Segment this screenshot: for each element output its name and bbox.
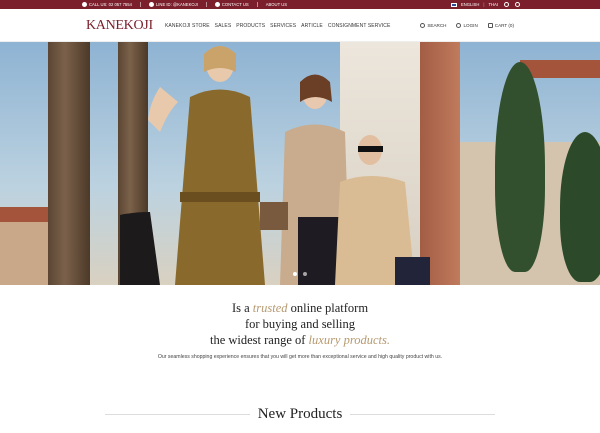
- phone-icon: [82, 2, 87, 7]
- nav-item-store[interactable]: KANEKOJI STORE: [165, 23, 210, 29]
- uk-flag-icon: [450, 2, 457, 7]
- main-nav: KANEKOJI STORE SALES PRODUCTS SERVICES A…: [165, 23, 390, 29]
- divider: [139, 2, 141, 7]
- intro-subtext: Our seamless shopping experience ensures…: [157, 354, 443, 360]
- cart-button[interactable]: CART (0): [487, 23, 514, 28]
- lang-english[interactable]: ENGLISH: [461, 2, 479, 7]
- divider: [256, 2, 258, 7]
- line-link[interactable]: LINE ID: @KANEKOJI: [148, 2, 198, 7]
- section-title: New Products: [257, 406, 343, 422]
- search-button[interactable]: SEARCH: [420, 23, 446, 28]
- nav-item-products[interactable]: PRODUCTS: [236, 23, 265, 29]
- tagline-text: the widest range of: [209, 333, 309, 347]
- intro-tagline: Is a trusted online platform for buying …: [0, 300, 600, 348]
- phone-text: CALL US: 02 057 7554: [89, 2, 132, 7]
- user-icon: [456, 23, 462, 28]
- about-text: ABOUT US: [265, 2, 288, 7]
- contact-text: CONTACT US: [221, 2, 249, 7]
- login-label: LOGIN: [463, 23, 478, 28]
- slider-dots: [293, 272, 307, 276]
- line-text: LINE ID: @KANEKOJI: [155, 2, 198, 7]
- logo[interactable]: KANEKOJI: [86, 18, 153, 34]
- hero-models-image: [120, 46, 430, 285]
- divider: [205, 2, 207, 7]
- hero-banner[interactable]: [0, 42, 600, 285]
- about-link[interactable]: ABOUT US: [266, 2, 287, 7]
- top-bar: CALL US: 02 057 7554 LINE ID: @KANEKOJI …: [0, 0, 600, 9]
- line-icon: [148, 2, 154, 7]
- instagram-icon[interactable]: [515, 2, 520, 7]
- login-button[interactable]: LOGIN: [456, 23, 478, 28]
- slide-dot-1[interactable]: [293, 272, 297, 276]
- tagline-text: Is a: [231, 301, 253, 315]
- tagline-emphasis: luxury products.: [308, 333, 391, 347]
- nav-item-consignment[interactable]: CONSIGNMENT SERVICE: [328, 23, 391, 29]
- nav-item-sales[interactable]: SALES: [215, 23, 232, 29]
- lang-thai[interactable]: THAI: [488, 2, 498, 7]
- cart-label: CART (0): [494, 23, 514, 28]
- phone-link[interactable]: CALL US: 02 057 7554: [82, 2, 132, 7]
- facebook-icon[interactable]: [504, 2, 509, 7]
- nav-item-article[interactable]: ARTICLE: [301, 23, 323, 29]
- nav-item-services[interactable]: SERVICES: [270, 23, 296, 29]
- slide-dot-2[interactable]: [303, 272, 307, 276]
- tagline-emphasis: trusted: [252, 301, 288, 315]
- mail-icon: [214, 2, 220, 7]
- search-icon: [420, 23, 426, 28]
- main-header: KANEKOJI KANEKOJI STORE SALES PRODUCTS S…: [0, 9, 600, 42]
- tagline-line2: for buying and selling: [244, 317, 356, 331]
- search-label: SEARCH: [427, 23, 447, 28]
- contact-link[interactable]: CONTACT US: [214, 2, 249, 7]
- tagline-text: online platform: [287, 301, 369, 315]
- cart-icon: [487, 23, 493, 28]
